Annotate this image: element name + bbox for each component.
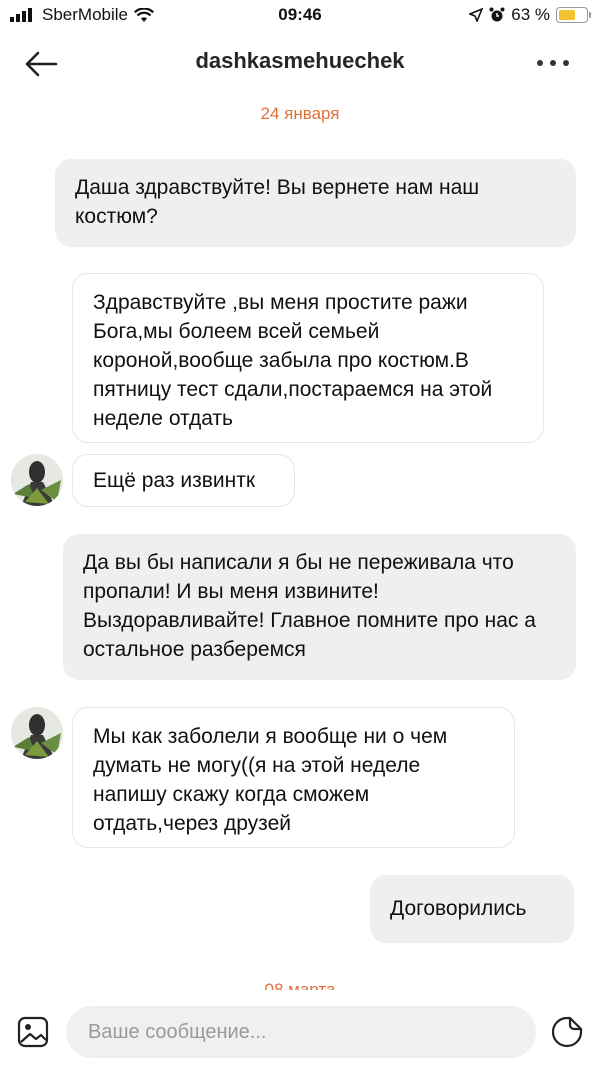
status-right: 63 % xyxy=(469,5,591,25)
location-arrow-icon xyxy=(469,8,484,22)
avatar[interactable] xyxy=(11,707,63,759)
battery-icon xyxy=(556,7,591,23)
status-bar: SberMobile 09:46 63 % xyxy=(0,0,600,32)
message-bubble-outgoing[interactable]: Да вы бы написали я бы не переживала что… xyxy=(63,534,576,680)
sticker-icon[interactable] xyxy=(550,1015,584,1049)
message-text: Даша здравствуйте! Вы вернете нам наш ко… xyxy=(75,176,480,228)
avatar[interactable] xyxy=(11,454,63,506)
message-text: Да вы бы написали я бы не переживала что… xyxy=(83,551,536,661)
message-input[interactable]: Ваше сообщение... xyxy=(66,1006,536,1058)
message-composer: Ваше сообщение... xyxy=(0,990,600,1066)
message-bubble-outgoing[interactable]: Договорились xyxy=(370,875,574,943)
message-bubble-incoming[interactable]: Ещё раз извинтк xyxy=(72,454,295,507)
message-bubble-incoming[interactable]: Здравствуйте ,вы меня простите ражи Бога… xyxy=(72,273,544,443)
chat-title[interactable]: dashkasmehuechek xyxy=(0,48,600,74)
message-text: Здравствуйте ,вы меня простите ражи Бога… xyxy=(93,291,493,430)
more-dots-icon[interactable] xyxy=(534,48,574,78)
image-gallery-icon[interactable] xyxy=(16,1015,50,1049)
message-bubble-incoming[interactable]: Мы как заболели я вообще ни о чем думать… xyxy=(72,707,515,848)
date-divider: 24 января xyxy=(260,104,340,123)
message-bubble-outgoing[interactable]: Даша здравствуйте! Вы вернете нам наш ко… xyxy=(55,159,576,247)
alarm-icon xyxy=(489,7,505,22)
battery-percent: 63 % xyxy=(511,5,550,24)
message-text: Договорились xyxy=(390,897,527,920)
chat-header: dashkasmehuechek xyxy=(0,40,600,86)
message-text: Ещё раз извинтк xyxy=(93,469,256,492)
message-text: Мы как заболели я вообще ни о чем думать… xyxy=(93,725,448,835)
